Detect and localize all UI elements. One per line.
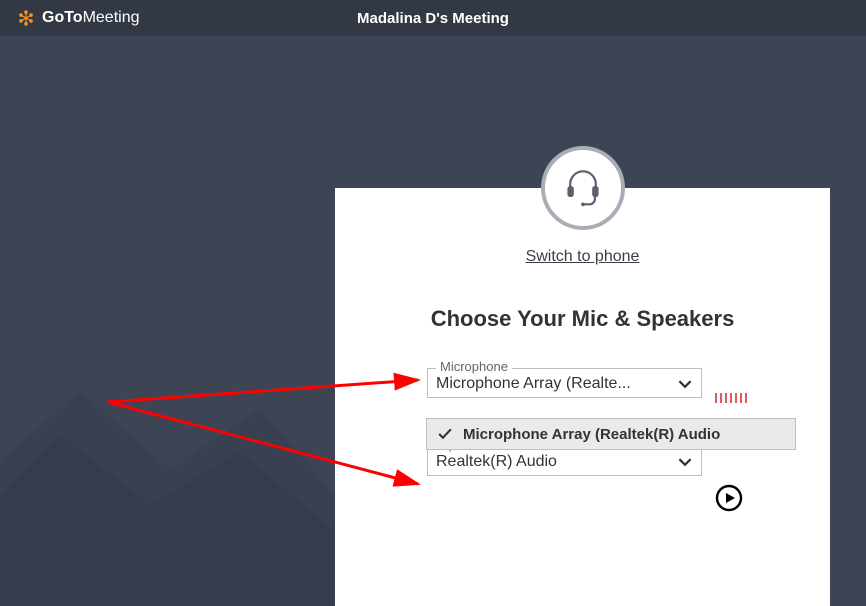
test-speaker-button[interactable] bbox=[715, 486, 743, 514]
microphone-select[interactable]: Microphone Microphone Array (Realte... bbox=[427, 368, 702, 398]
title-bar: GoToMeeting Madalina D's Meeting bbox=[0, 0, 866, 36]
play-icon bbox=[715, 484, 743, 517]
mic-level-meter bbox=[715, 393, 747, 403]
chevron-down-icon bbox=[677, 454, 693, 470]
headset-icon bbox=[561, 164, 605, 213]
headset-badge bbox=[541, 146, 625, 230]
audio-setup-panel: Switch to phone Choose Your Mic & Speake… bbox=[335, 188, 830, 606]
dropdown-option-label: Microphone Array (Realtek(R) Audio bbox=[463, 426, 720, 443]
microphone-dropdown-option[interactable]: Microphone Array (Realtek(R) Audio bbox=[426, 418, 796, 450]
brand-text: GoToMeeting bbox=[42, 9, 140, 27]
panel-heading: Choose Your Mic & Speakers bbox=[335, 306, 830, 332]
gotomeeting-logo-icon bbox=[16, 8, 36, 28]
speakers-select[interactable]: Speakers Realtek(R) Audio bbox=[427, 446, 702, 476]
brand: GoToMeeting bbox=[16, 8, 140, 28]
speakers-value: Realtek(R) Audio bbox=[436, 453, 557, 471]
microphone-label: Microphone bbox=[436, 359, 512, 374]
switch-to-phone-link[interactable]: Switch to phone bbox=[335, 248, 830, 266]
microphone-value: Microphone Array (Realte... bbox=[436, 375, 631, 393]
check-icon bbox=[437, 426, 453, 442]
chevron-down-icon bbox=[677, 376, 693, 392]
